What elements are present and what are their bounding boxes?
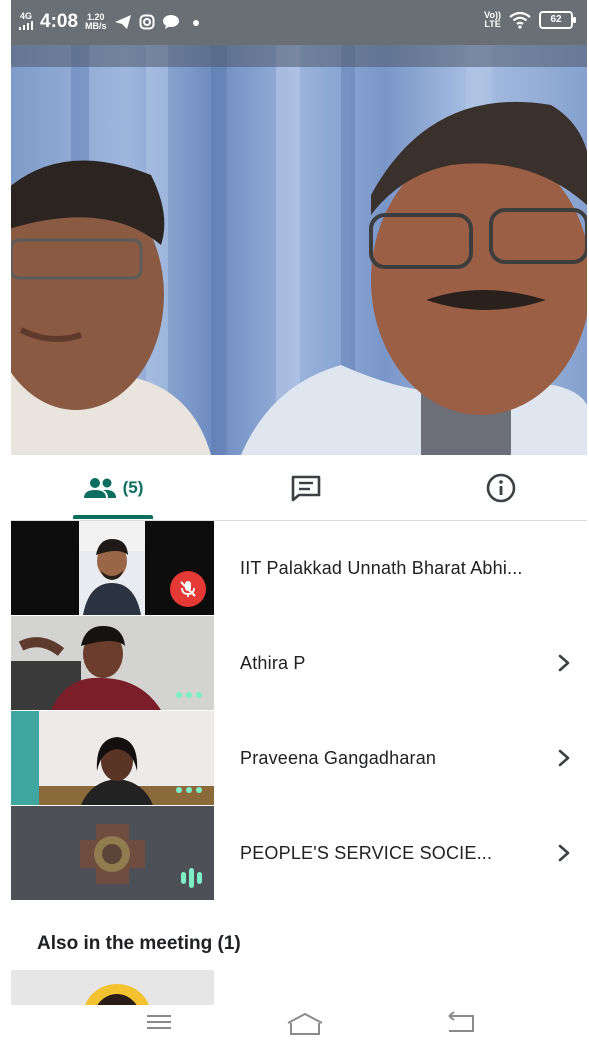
participant-name: Praveena Gangadharan [240,747,437,768]
main-video-feed[interactable] [11,45,587,455]
wifi-icon [509,11,531,29]
net-speed-unit: MB/s [85,21,107,31]
tab-info[interactable] [471,458,531,518]
lte-label: LTE [484,19,501,29]
system-nav-bar [0,1005,589,1044]
participant-video-thumb [11,616,214,710]
menu-icon [147,1015,171,1029]
expand-participant-button[interactable] [557,806,571,900]
clock: 4:08 [40,11,79,32]
also-in-meeting-heading: Also in the meeting (1) [37,933,241,954]
expand-participant-button[interactable] [557,616,571,710]
participant-row[interactable]: IIT Palakkad Unnath Bharat Abhi... [11,521,587,615]
volte-indicator: Vo)) LTE [484,11,501,29]
more-indicator [176,692,202,698]
people-icon [83,478,116,498]
meeting-tabs: (5) [11,458,587,521]
participant-row[interactable]: Athira P [11,616,587,710]
home-icon [287,1013,323,1035]
chevron-right-icon [558,654,570,672]
speaking-indicator [181,868,202,888]
message-icon [162,15,179,29]
back-icon [448,1011,474,1032]
participant-row[interactable]: PEOPLE'S SERVICE SOCIE... [11,806,587,900]
participant-name: Athira P [240,652,306,673]
also-in-meeting-thumb[interactable] [11,970,214,1010]
battery-indicator: 62 [539,11,576,29]
tab-people[interactable]: (5) [73,458,153,519]
mic-off-icon [180,581,196,597]
network-type: 4G [19,11,32,21]
chevron-right-icon [558,844,570,862]
more-indicator [176,787,202,793]
signal-icon [19,21,33,30]
instagram-icon [139,14,155,30]
participant-row[interactable]: Praveena Gangadharan [11,711,587,805]
participant-name: PEOPLE'S SERVICE SOCIE... [240,842,493,863]
signal-indicator: 4G [19,12,33,32]
mute-indicator [170,571,206,607]
back-button[interactable] [445,1011,477,1040]
home-button[interactable] [285,1011,325,1042]
meet-screen: 4G 4:08 1.20 MB/s Vo)) LTE 62 (5) IIT Pa… [0,0,589,1044]
participant-video-thumb [11,711,214,805]
chevron-right-icon [558,749,570,767]
participant-video-thumb [11,521,214,615]
participant-video [79,521,145,615]
status-bar: 4G 4:08 1.20 MB/s Vo)) LTE 62 [11,0,587,45]
notification-dot-icon [192,20,199,26]
telegram-icon [114,15,131,29]
menu-button[interactable] [145,1011,173,1038]
people-count: (5) [122,478,144,497]
info-icon [486,473,516,503]
expand-participant-button[interactable] [557,711,571,805]
tab-chat[interactable] [276,458,336,518]
net-speed: 1.20 MB/s [85,13,107,31]
right-participant-figure [241,102,587,455]
participant-video-thumb [11,806,214,900]
chat-icon [291,475,321,502]
active-tab-indicator [73,515,153,519]
participant-name: IIT Palakkad Unnath Bharat Abhi... [240,557,523,578]
